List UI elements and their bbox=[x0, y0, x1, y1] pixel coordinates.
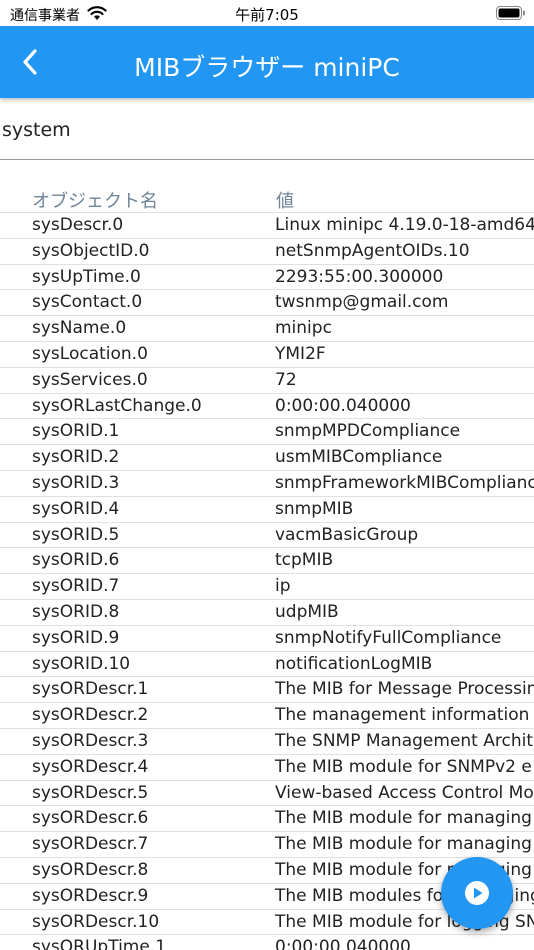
table-row[interactable]: sysName.0 minipc bbox=[0, 316, 534, 342]
row-value: udpMIB bbox=[275, 601, 339, 622]
section-label: system bbox=[2, 119, 71, 141]
row-value: notificationLogMIB bbox=[275, 653, 433, 674]
table-row[interactable]: sysORDescr.5 View-based Access Control Mo bbox=[0, 781, 534, 807]
table-row[interactable]: sysORID.5 vacmBasicGroup bbox=[0, 523, 534, 549]
table-row[interactable]: sysORID.6 tcpMIB bbox=[0, 548, 534, 575]
table-row[interactable]: sysLocation.0 YMI2F bbox=[0, 342, 534, 368]
run-fab-button[interactable] bbox=[441, 857, 513, 929]
row-value: 72 bbox=[275, 369, 297, 390]
row-value: The MIB module for managing bbox=[275, 808, 532, 829]
row-value: netSnmpAgentOIDs.10 bbox=[275, 240, 470, 261]
row-object-name: sysORDescr.4 bbox=[32, 756, 149, 777]
row-value: The MIB module for SNMPv2 e bbox=[275, 756, 532, 777]
row-object-name: sysORID.7 bbox=[32, 576, 120, 597]
row-value: The SNMP Management Archit bbox=[275, 730, 533, 751]
row-object-name: sysORLastChange.0 bbox=[32, 395, 202, 416]
row-value: twsnmp@gmail.com bbox=[275, 292, 449, 313]
row-object-name: sysUpTime.0 bbox=[32, 266, 141, 287]
row-object-name: sysORID.9 bbox=[32, 627, 120, 648]
row-object-name: sysORID.10 bbox=[32, 653, 131, 674]
table-row[interactable]: sysORID.9 snmpNotifyFullCompliance bbox=[0, 626, 534, 652]
table-row[interactable]: sysORID.10 notificationLogMIB bbox=[0, 652, 534, 678]
row-value: tcpMIB bbox=[275, 550, 334, 571]
row-object-name: sysORDescr.6 bbox=[32, 808, 149, 829]
row-value: The management information d bbox=[275, 705, 534, 726]
row-object-name: sysORUpTime.1 bbox=[32, 937, 167, 950]
row-object-name: sysObjectID.0 bbox=[32, 240, 150, 261]
table-row[interactable]: sysContact.0 twsnmp@gmail.com bbox=[0, 290, 534, 317]
row-value: snmpMIB bbox=[275, 498, 354, 519]
row-value: 0:00:00.040000 bbox=[275, 937, 411, 950]
table-row[interactable]: sysORDescr.2 The management information d bbox=[0, 703, 534, 729]
row-object-name: sysName.0 bbox=[32, 318, 127, 339]
row-object-name: sysORDescr.3 bbox=[32, 730, 149, 751]
table-row[interactable]: sysORDescr.4 The MIB module for SNMPv2 e bbox=[0, 755, 534, 781]
table-row[interactable]: sysORID.8 udpMIB bbox=[0, 600, 534, 626]
row-value: The MIB module for managing bbox=[275, 834, 532, 855]
app-bar: MIBブラウザー miniPC bbox=[0, 26, 534, 98]
row-value: snmpMPDCompliance bbox=[275, 421, 461, 442]
row-value: snmpFrameworkMIBCompliance bbox=[275, 472, 534, 493]
table-row[interactable]: sysORID.7 ip bbox=[0, 574, 534, 600]
row-value: minipc bbox=[275, 318, 332, 339]
row-object-name: sysORID.4 bbox=[32, 498, 120, 519]
row-object-name: sysORID.6 bbox=[32, 550, 120, 571]
row-value: vacmBasicGroup bbox=[275, 524, 419, 545]
page-title: MIBブラウザー miniPC bbox=[134, 53, 400, 82]
table-body: sysDescr.0 Linux minipc 4.19.0-18-amd64 sy… bbox=[0, 213, 534, 950]
battery-icon bbox=[496, 6, 525, 20]
status-time: 午前7:05 bbox=[235, 6, 299, 24]
row-object-name: sysORID.1 bbox=[32, 421, 120, 442]
row-object-name: sysORID.2 bbox=[32, 447, 120, 468]
table-row[interactable]: sysUpTime.0 2293:55:00.300000 bbox=[0, 265, 534, 291]
row-object-name: sysORDescr.9 bbox=[32, 885, 149, 906]
section-divider bbox=[0, 159, 534, 160]
column-header-value: 値 bbox=[276, 191, 294, 212]
row-object-name: sysLocation.0 bbox=[32, 343, 148, 364]
row-object-name: sysORID.8 bbox=[32, 601, 120, 622]
table-row[interactable]: sysORUpTime.1 0:00:00.040000 bbox=[0, 935, 534, 950]
table-header: オブジェクト名 値 bbox=[0, 185, 534, 213]
row-object-name: sysORID.3 bbox=[32, 472, 120, 493]
row-value: View-based Access Control Mo bbox=[275, 782, 534, 803]
table-row[interactable]: sysORLastChange.0 0:00:00.040000 bbox=[0, 394, 534, 420]
table-row[interactable]: sysORID.3 snmpFrameworkMIBCompliance bbox=[0, 471, 534, 497]
row-object-name: sysORDescr.8 bbox=[32, 859, 149, 880]
table-row[interactable]: sysORID.4 snmpMIB bbox=[0, 497, 534, 523]
table-row[interactable]: sysORID.1 snmpMPDCompliance bbox=[0, 419, 534, 446]
row-object-name: sysORDescr.5 bbox=[32, 782, 149, 803]
row-value: The MIB for Message Processing bbox=[275, 679, 534, 700]
table-row[interactable]: sysServices.0 72 bbox=[0, 368, 534, 394]
row-object-name: sysContact.0 bbox=[32, 292, 143, 313]
table-row[interactable]: sysORDescr.7 The MIB module for managing bbox=[0, 832, 534, 858]
row-object-name: sysORDescr.2 bbox=[32, 705, 149, 726]
row-object-name: sysORDescr.10 bbox=[32, 911, 160, 932]
mib-table: オブジェクト名 値 sysDescr.0 Linux minipc 4.19.0-… bbox=[0, 185, 534, 950]
table-row[interactable]: sysORDescr.1 The MIB for Message Processi… bbox=[0, 677, 534, 704]
row-object-name: sysDescr.0 bbox=[32, 215, 124, 235]
status-bar: 通信事業者 午前7:05 bbox=[0, 0, 534, 26]
play-circle-icon bbox=[465, 881, 489, 905]
row-object-name: sysORID.5 bbox=[32, 524, 120, 545]
row-value: 2293:55:00.300000 bbox=[275, 266, 444, 287]
row-object-name: sysORDescr.7 bbox=[32, 834, 149, 855]
table-row[interactable]: sysORID.2 usmMIBCompliance bbox=[0, 445, 534, 471]
column-header-name: オブジェクト名 bbox=[32, 191, 158, 212]
row-value: 0:00:00.040000 bbox=[275, 395, 411, 416]
row-object-name: sysORDescr.1 bbox=[32, 679, 149, 700]
table-row[interactable]: sysDescr.0 Linux minipc 4.19.0-18-amd64 bbox=[0, 213, 534, 239]
table-row[interactable]: sysORDescr.6 The MIB module for managing bbox=[0, 806, 534, 833]
row-value: usmMIBCompliance bbox=[275, 447, 443, 468]
row-value: ip bbox=[275, 576, 291, 597]
row-object-name: sysServices.0 bbox=[32, 369, 148, 390]
row-value: YMI2F bbox=[275, 343, 326, 364]
row-value: Linux minipc 4.19.0-18-amd64 bbox=[275, 215, 534, 235]
table-row[interactable]: sysObjectID.0 netSnmpAgentOIDs.10 bbox=[0, 239, 534, 265]
table-row[interactable]: sysORDescr.3 The SNMP Management Archit bbox=[0, 729, 534, 755]
row-value: snmpNotifyFullCompliance bbox=[275, 627, 502, 648]
